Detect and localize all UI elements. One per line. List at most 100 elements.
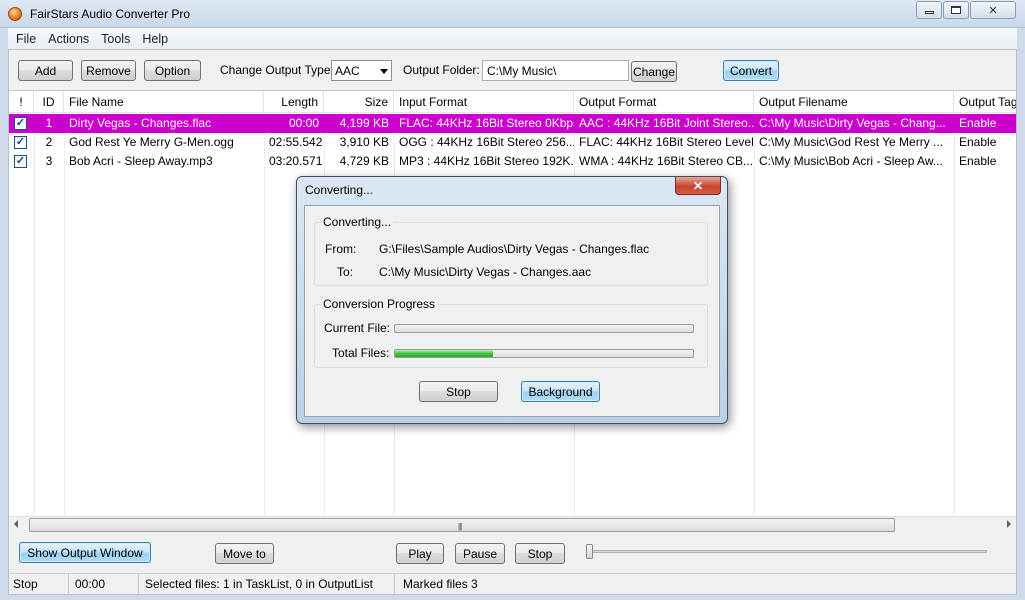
grid-divider bbox=[754, 113, 755, 516]
output-type-label: Change Output Type: bbox=[220, 63, 334, 77]
column-header-output-filename[interactable]: Output Filename bbox=[754, 91, 954, 113]
dialog-close-button[interactable]: ✕ bbox=[675, 177, 721, 195]
row-checkbox[interactable]: ✓ bbox=[14, 155, 27, 168]
pause-button[interactable]: Pause bbox=[455, 543, 505, 564]
cell-output-tag: Enable bbox=[959, 135, 997, 149]
grid-divider bbox=[264, 113, 265, 516]
total-files-progress-bar bbox=[394, 349, 694, 358]
title-bar: FairStars Audio Converter Pro ✕ bbox=[0, 0, 1025, 28]
show-output-window-button[interactable]: Show Output Window bbox=[19, 542, 151, 563]
cell-output-filename: C:\My Music\Bob Acri - Sleep Aw... bbox=[759, 154, 943, 168]
horizontal-scrollbar[interactable]: ||| bbox=[9, 516, 1016, 533]
cell-output-tag: Enable bbox=[959, 154, 997, 168]
maximize-icon bbox=[951, 6, 961, 14]
dialog-body: Converting... From: G:\Files\Sample Audi… bbox=[304, 205, 720, 417]
output-folder-label: Output Folder: bbox=[403, 63, 480, 77]
menu-tools[interactable]: Tools bbox=[95, 32, 136, 46]
grid-divider bbox=[954, 113, 955, 516]
playback-slider-track[interactable] bbox=[589, 550, 987, 553]
cell-length: 03:20.571 bbox=[269, 154, 323, 168]
menu-file[interactable]: File bbox=[10, 32, 42, 46]
converting-group: Converting... From: G:\Files\Sample Audi… bbox=[314, 215, 708, 286]
progress-group-title: Conversion Progress bbox=[321, 297, 438, 311]
minimize-button[interactable] bbox=[916, 1, 942, 19]
move-to-button[interactable]: Move to bbox=[215, 543, 274, 564]
converting-group-title: Converting... bbox=[321, 215, 394, 229]
row-checkbox[interactable]: ✓ bbox=[14, 117, 27, 130]
grip-icon: ||| bbox=[458, 522, 462, 531]
status-selected-files: Selected files: 1 in TaskList, 0 in Outp… bbox=[141, 574, 395, 595]
scroll-left-icon[interactable] bbox=[14, 520, 18, 528]
cell-output-filename: C:\My Music\God Rest Ye Merry ... bbox=[759, 135, 944, 149]
close-icon: ✕ bbox=[692, 178, 704, 193]
cell-length: 00:00 bbox=[288, 116, 319, 130]
maximize-button[interactable] bbox=[943, 1, 969, 19]
scrollbar-thumb[interactable]: ||| bbox=[29, 518, 895, 532]
playback-slider-thumb[interactable] bbox=[586, 544, 593, 559]
to-path: C:\My Music\Dirty Vegas - Changes.aac bbox=[379, 265, 592, 279]
cell-file-name: Dirty Vegas - Changes.flac bbox=[69, 116, 212, 130]
row-checkbox[interactable]: ✓ bbox=[14, 136, 27, 149]
column-header-id[interactable]: ID bbox=[34, 91, 64, 113]
column-header-output-format[interactable]: Output Format bbox=[574, 91, 754, 113]
cell-id: 2 bbox=[45, 135, 53, 149]
background-button[interactable]: Background bbox=[521, 381, 600, 402]
column-header-size[interactable]: Size bbox=[324, 91, 394, 113]
dialog-title: Converting... bbox=[305, 183, 374, 197]
current-file-progress-bar bbox=[394, 324, 694, 333]
cell-input-format: OGG : 44KHz 16Bit Stereo 256... bbox=[399, 135, 574, 149]
output-type-select[interactable]: AAC bbox=[331, 60, 392, 81]
column-header-file-name[interactable]: File Name bbox=[64, 91, 264, 113]
cell-id: 3 bbox=[45, 154, 53, 168]
cell-input-format: MP3 : 44KHz 16Bit Stereo 192K... bbox=[399, 154, 574, 168]
chevron-down-icon bbox=[380, 69, 388, 74]
cell-file-name: Bob Acri - Sleep Away.mp3 bbox=[69, 154, 213, 168]
status-state: Stop bbox=[9, 574, 69, 595]
total-files-label: Total Files: bbox=[332, 346, 390, 360]
window-title: FairStars Audio Converter Pro bbox=[30, 7, 191, 21]
output-type-value: AAC bbox=[335, 63, 360, 78]
menu-actions[interactable]: Actions bbox=[42, 32, 95, 46]
convert-button[interactable]: Convert bbox=[723, 60, 779, 81]
grid-divider bbox=[64, 113, 65, 516]
total-files-progress-fill bbox=[395, 350, 494, 357]
option-button[interactable]: Option bbox=[144, 60, 201, 81]
table-header: ! ID File Name Length Size Input Format … bbox=[9, 91, 1016, 113]
cell-output-format: FLAC: 44KHz 16Bit Stereo Level6 bbox=[579, 135, 754, 149]
from-label: From: bbox=[325, 242, 357, 256]
cell-id: 1 bbox=[45, 116, 53, 130]
column-header-input-format[interactable]: Input Format bbox=[394, 91, 574, 113]
stop-playback-button[interactable]: Stop bbox=[515, 543, 565, 564]
close-window-button[interactable]: ✕ bbox=[970, 1, 1016, 19]
menu-help[interactable]: Help bbox=[136, 32, 174, 46]
cell-output-filename: C:\My Music\Dirty Vegas - Chang... bbox=[759, 116, 946, 130]
play-button[interactable]: Play bbox=[396, 543, 444, 564]
column-header-flag[interactable]: ! bbox=[9, 91, 34, 113]
converting-dialog: Converting... ✕ Converting... From: G:\F… bbox=[296, 176, 728, 424]
remove-button[interactable]: Remove bbox=[81, 60, 136, 81]
grid-divider bbox=[34, 113, 35, 516]
output-folder-field[interactable]: C:\My Music\ bbox=[482, 60, 629, 81]
conversion-progress-group: Conversion Progress Current File: Total … bbox=[314, 297, 708, 368]
add-button[interactable]: Add bbox=[18, 60, 73, 81]
table-row[interactable]: ✓ 2 God Rest Ye Merry G-Men.ogg 02:55.54… bbox=[9, 133, 1016, 152]
status-time: 00:00 bbox=[71, 574, 139, 595]
cell-size: 4,199 KB bbox=[339, 116, 389, 130]
menu-bar: File Actions Tools Help bbox=[8, 28, 1017, 49]
app-icon bbox=[8, 7, 22, 21]
cell-file-name: God Rest Ye Merry G-Men.ogg bbox=[69, 135, 234, 149]
cell-output-tag: Enable bbox=[959, 116, 997, 130]
cell-size: 4,729 KB bbox=[339, 154, 389, 168]
from-path: G:\Files\Sample Audios\Dirty Vegas - Cha… bbox=[379, 242, 650, 256]
column-header-length[interactable]: Length bbox=[264, 91, 324, 113]
minimize-icon bbox=[924, 11, 934, 14]
cell-output-format: WMA : 44KHz 16Bit Stereo CB... bbox=[579, 154, 754, 168]
column-header-output-tag[interactable]: Output Tag bbox=[954, 91, 1016, 113]
change-folder-button[interactable]: Change bbox=[631, 61, 677, 82]
scroll-right-icon[interactable] bbox=[1007, 520, 1011, 528]
close-icon: ✕ bbox=[988, 4, 998, 17]
current-file-label: Current File: bbox=[324, 321, 391, 335]
table-row[interactable]: ✓ 1 Dirty Vegas - Changes.flac 00:00 4,1… bbox=[9, 114, 1016, 133]
table-row[interactable]: ✓ 3 Bob Acri - Sleep Away.mp3 03:20.571 … bbox=[9, 152, 1016, 171]
dialog-stop-button[interactable]: Stop bbox=[419, 381, 498, 402]
